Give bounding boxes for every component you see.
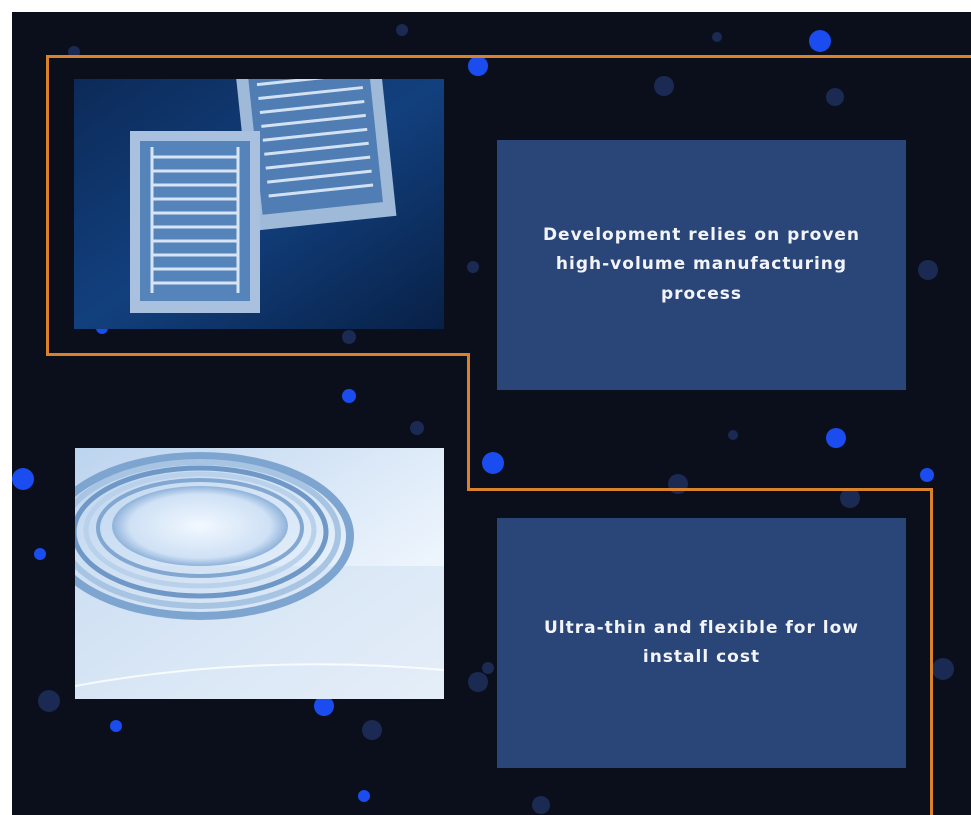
background-dot (918, 260, 938, 280)
connector-segment (467, 353, 470, 491)
background-dot (712, 32, 722, 42)
background-dot (342, 389, 356, 403)
background-dot (12, 468, 34, 490)
connector-segment (930, 488, 933, 815)
feature-photo (74, 79, 444, 329)
background-dot (826, 428, 846, 448)
background-dot (840, 488, 860, 508)
background-dot (468, 672, 488, 692)
connector-segment (46, 353, 470, 356)
background-dot (654, 76, 674, 96)
background-dot (482, 662, 494, 674)
background-dot (809, 30, 831, 52)
connector-segment (467, 488, 933, 491)
background-dot (826, 88, 844, 106)
printed-circuit-sheets-photo (74, 79, 444, 329)
background-dot (920, 468, 934, 482)
background-dot (314, 696, 334, 716)
background-dot (932, 658, 954, 680)
background-dot (728, 430, 738, 440)
feature-description: Development relies on proven high-volume… (542, 225, 861, 304)
background-dot (532, 796, 550, 814)
background-dot (34, 548, 46, 560)
background-dot (410, 421, 424, 435)
infographic-canvas: Development relies on proven high-volume… (12, 12, 971, 815)
connector-segment (46, 55, 49, 355)
transparent-film-roll-photo (75, 448, 444, 699)
background-dot (668, 474, 688, 494)
background-dot (358, 790, 370, 802)
background-dot (482, 452, 504, 474)
feature-card: Development relies on proven high-volume… (497, 140, 906, 390)
background-dot (38, 690, 60, 712)
feature-description: Ultra-thin and flexible for low install … (544, 617, 859, 667)
background-dot (468, 56, 488, 76)
background-dot (342, 330, 356, 344)
background-dot (110, 720, 122, 732)
connector-segment (46, 55, 971, 58)
feature-photo (75, 448, 444, 699)
feature-card: Ultra-thin and flexible for low install … (497, 518, 906, 768)
background-dot (467, 261, 479, 273)
background-dot (396, 24, 408, 36)
background-dot (362, 720, 382, 740)
